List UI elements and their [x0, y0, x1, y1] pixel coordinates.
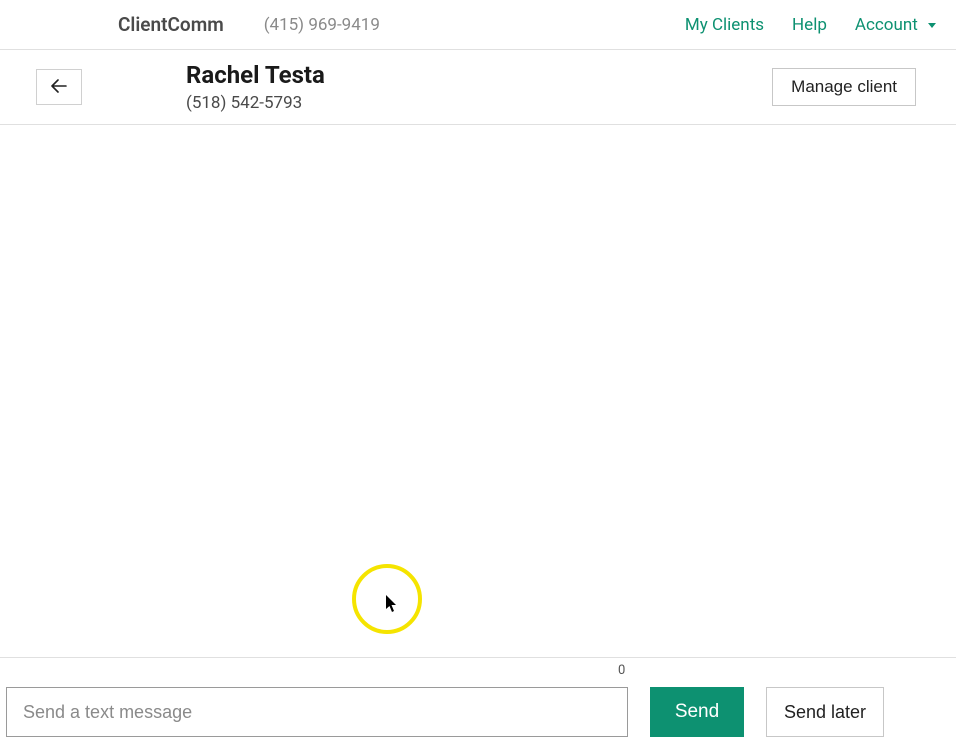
- client-name: Rachel Testa: [186, 61, 325, 90]
- compose-row: Send Send later: [6, 687, 950, 737]
- client-header: Rachel Testa (518) 542-5793 Manage clien…: [0, 50, 956, 125]
- cursor-icon: [386, 595, 398, 617]
- client-phone: (518) 542-5793: [186, 93, 325, 113]
- arrow-left-icon: [51, 77, 67, 98]
- manage-client-button[interactable]: Manage client: [772, 68, 916, 106]
- brand-phone: (415) 969-9419: [264, 15, 380, 35]
- nav-help[interactable]: Help: [792, 15, 827, 35]
- char-count: 0: [618, 663, 625, 678]
- compose-bar: 0 Send Send later: [0, 657, 956, 750]
- send-button[interactable]: Send: [650, 687, 744, 737]
- nav-account-label: Account: [855, 15, 918, 35]
- chevron-down-icon: [928, 23, 936, 28]
- brand-title: ClientComm: [118, 13, 224, 36]
- send-later-button[interactable]: Send later: [766, 687, 884, 737]
- conversation-area: [0, 125, 956, 657]
- client-info: Rachel Testa (518) 542-5793: [186, 61, 325, 114]
- nav-my-clients[interactable]: My Clients: [685, 15, 764, 35]
- back-button[interactable]: [36, 69, 82, 105]
- message-input[interactable]: [6, 687, 628, 737]
- top-nav: ClientComm (415) 969-9419 My Clients Hel…: [0, 0, 956, 50]
- nav-account[interactable]: Account: [855, 15, 936, 35]
